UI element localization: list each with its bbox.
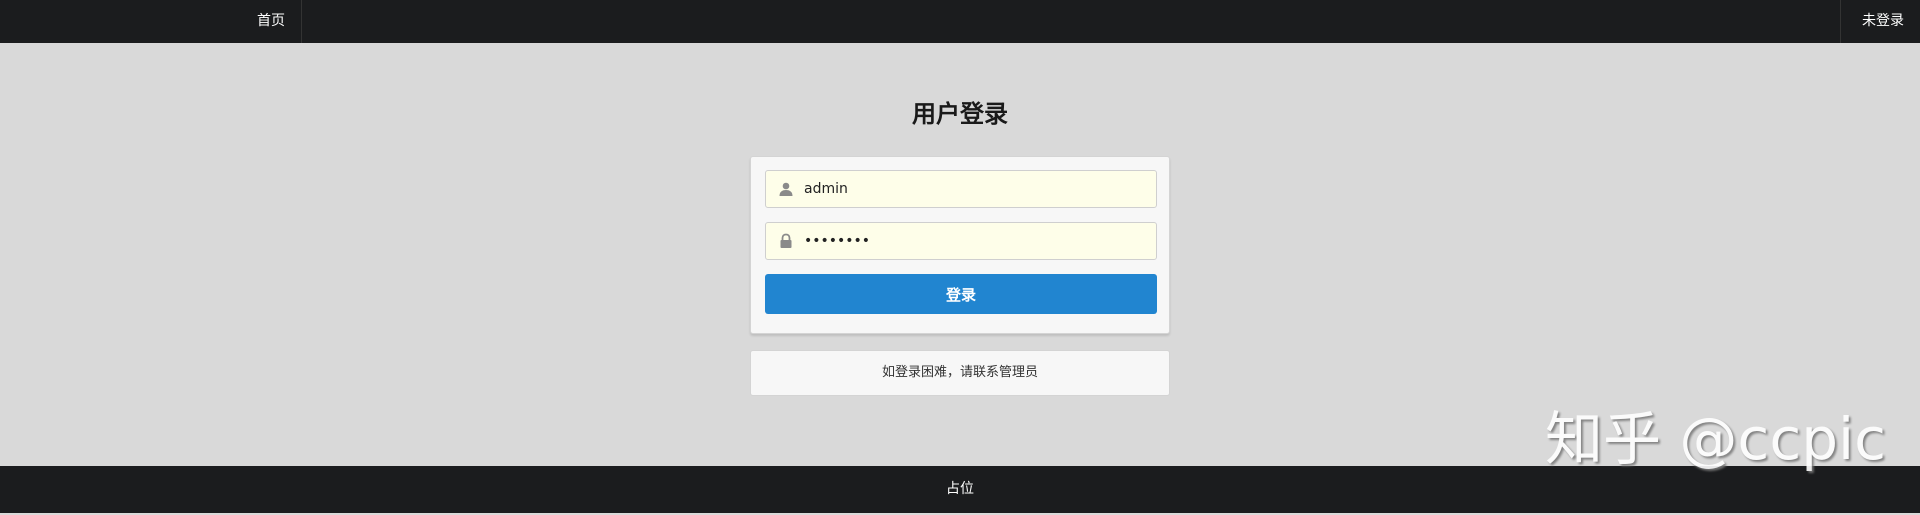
help-message: 如登录困难，请联系管理员 — [750, 350, 1170, 396]
username-field[interactable] — [765, 170, 1157, 208]
lock-icon — [780, 233, 792, 248]
login-form: 登录 — [750, 156, 1170, 334]
login-status-link[interactable]: 未登录 — [1840, 0, 1920, 43]
page-title: 用户登录 — [912, 100, 1008, 128]
password-field[interactable] — [765, 222, 1157, 260]
user-icon — [779, 182, 793, 196]
nav-home-link[interactable]: 首页 — [0, 0, 302, 43]
password-input[interactable] — [804, 223, 1144, 259]
watermark: 知乎 @ccpic — [1545, 405, 1887, 473]
login-button[interactable]: 登录 — [765, 274, 1157, 314]
top-navbar: 首页 未登录 — [0, 0, 1920, 43]
username-input[interactable] — [804, 171, 1144, 207]
